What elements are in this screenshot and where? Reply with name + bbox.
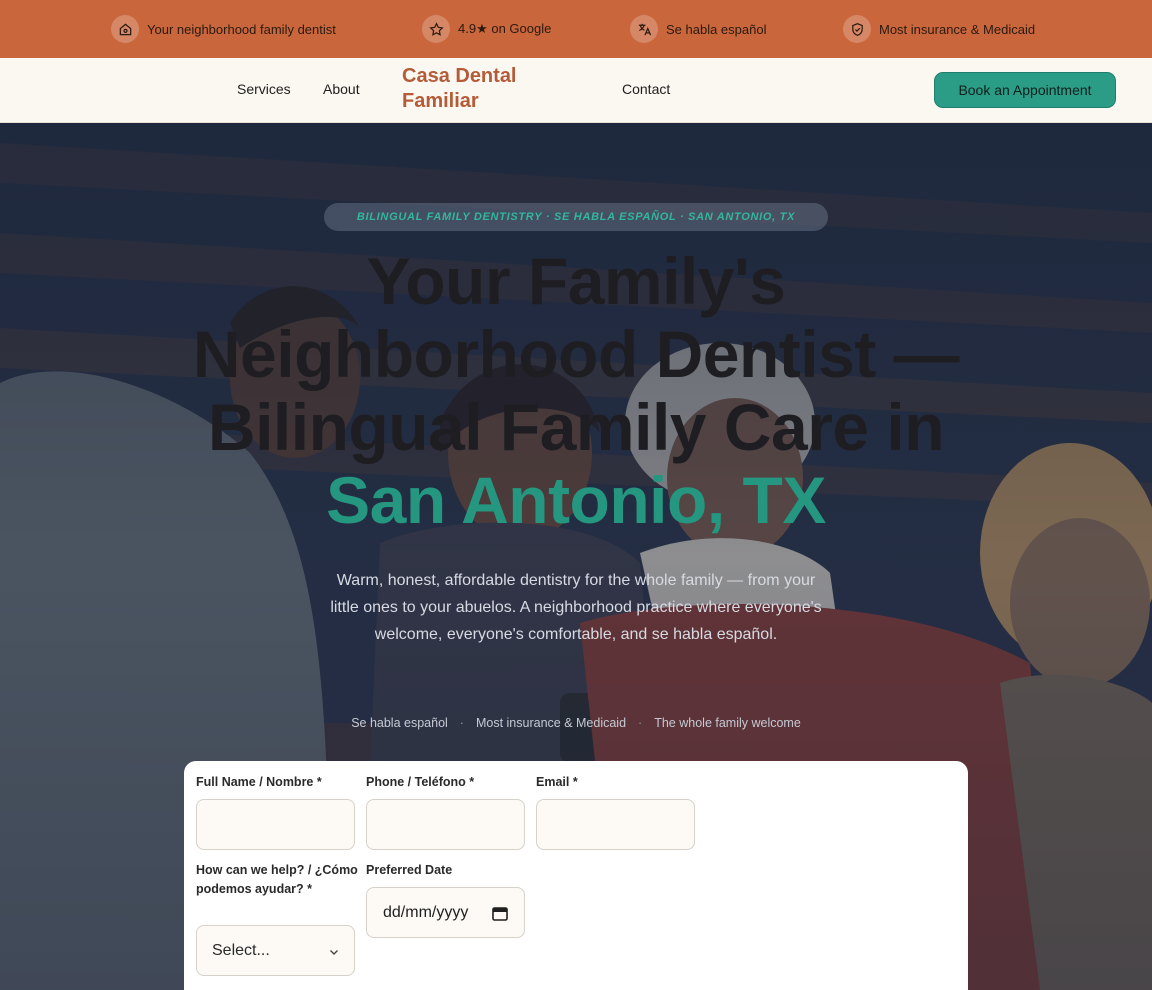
preferred-date-input[interactable]: dd/mm/yyyy [366,887,525,938]
phone-label: Phone / Teléfono * [366,775,475,789]
calendar-icon[interactable] [492,906,508,921]
book-appointment-button[interactable]: Book an Appointment [934,72,1116,108]
hero-section: BILINGUAL FAMILY DENTISTRY · SE HABLA ES… [0,123,1152,990]
select-value: Select... [212,941,270,959]
feature-spanish: Se habla español [351,716,448,730]
topbar-item-family-dentist: Your neighborhood family dentist [111,14,336,44]
topbar-text: Se habla español [666,21,767,37]
logo-line-2: Familiar [402,90,479,112]
hero-headline: Your Family's Neighborhood Dentist — Bil… [160,245,992,537]
email-input[interactable] [536,799,695,850]
headline-main: Your Family's Neighborhood Dentist — Bil… [192,244,960,464]
name-input[interactable] [196,799,355,850]
logo[interactable]: Casa Dental Familiar [402,64,552,114]
chevron-down-icon [330,950,338,955]
topbar-text: Most insurance & Medicaid [879,21,1036,37]
feature-separator: · [459,716,464,730]
hero-subtext: Warm, honest, affordable dentistry for t… [330,572,822,643]
help-label: How can we help? / ¿Cómo podemos ayudar?… [196,863,358,896]
topbar-text: 4.9★ on Google [458,21,552,36]
email-label: Email * [536,775,578,789]
nav-link-contact[interactable]: Contact [622,81,670,97]
phone-input[interactable] [366,799,525,850]
translate-icon [630,15,658,43]
feature-separator: · [638,716,643,730]
nav-link-services[interactable]: Services [237,81,291,97]
headline-accent: San Antonio, TX [326,463,826,537]
top-info-bar: Your neighborhood family dentist 4.9★ on… [0,0,1152,58]
feature-family: The whole family welcome [654,716,801,730]
nav-link-about[interactable]: About [323,81,360,97]
shield-check-icon [843,15,871,43]
date-placeholder: dd/mm/yyyy [383,903,469,921]
date-label: Preferred Date [366,863,453,877]
topbar-item-spanish: Se habla español [630,14,766,44]
topbar-text: Your neighborhood family dentist [147,21,336,37]
topbar-item-rating: 4.9★ on Google [422,14,551,44]
name-label: Full Name / Nombre * [196,775,322,789]
star-icon [422,15,450,43]
main-navigation: Services About Casa Dental Familiar Cont… [0,58,1152,123]
logo-line-1: Casa Dental [402,65,517,87]
hero-features: Se habla español · Most insurance & Medi… [300,716,852,730]
appointment-form: Full Name / Nombre * Phone / Teléfono * … [184,761,968,990]
help-select[interactable]: Select... [196,925,355,976]
home-heart-icon [111,15,139,43]
feature-insurance: Most insurance & Medicaid [475,716,627,730]
hero-badge: BILINGUAL FAMILY DENTISTRY · SE HABLA ES… [324,203,828,231]
topbar-item-insurance: Most insurance & Medicaid [843,14,1035,44]
